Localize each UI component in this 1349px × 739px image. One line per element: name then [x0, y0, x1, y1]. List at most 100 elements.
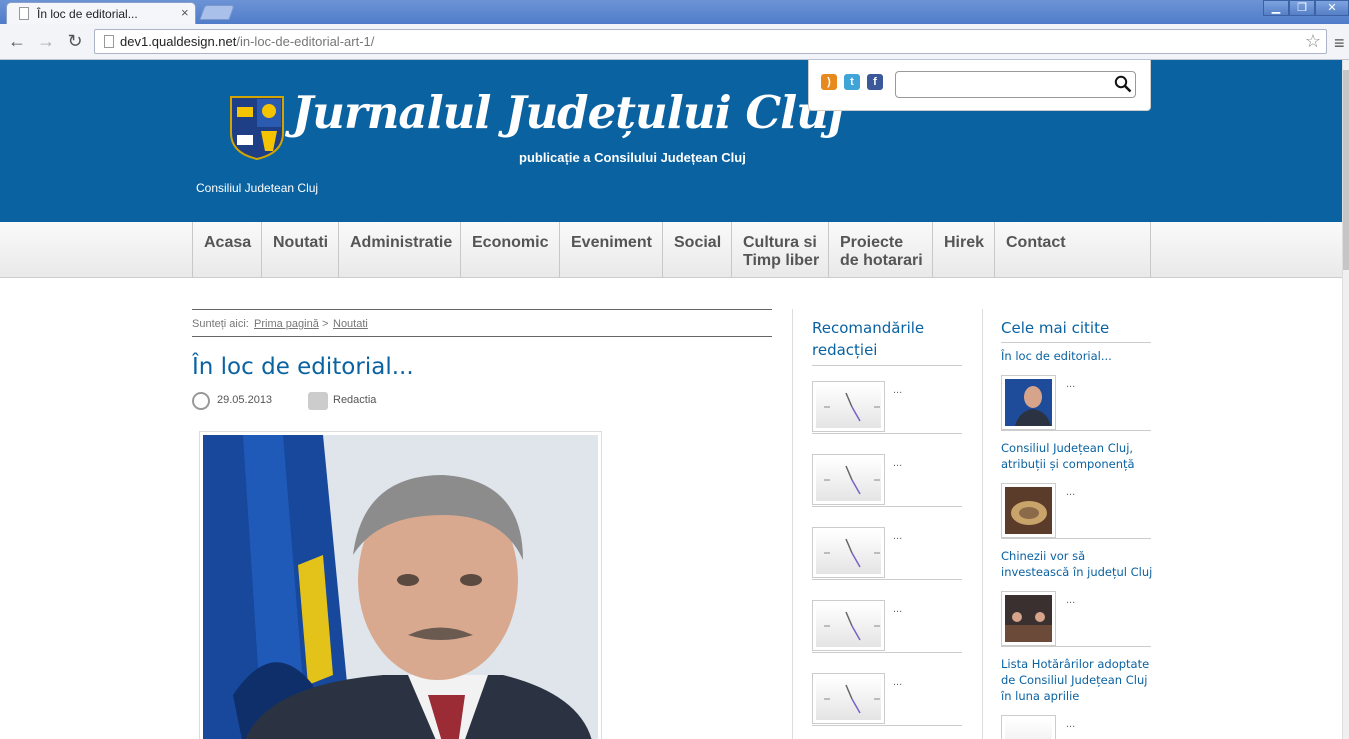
clock-thumbnail-icon — [816, 604, 881, 647]
site-title[interactable]: Jurnalul Județului Cluj — [292, 86, 844, 139]
clock-thumbnail[interactable] — [812, 600, 885, 651]
clock-thumbnail[interactable] — [812, 454, 885, 505]
county-crest-logo[interactable] — [229, 95, 285, 161]
page-info-icon — [104, 35, 114, 48]
twitter-icon[interactable]: t — [844, 74, 860, 90]
reload-icon[interactable]: ↻ — [64, 31, 86, 52]
clock-thumbnail-icon — [1005, 719, 1052, 739]
article-date: 29.05.2013 — [217, 394, 273, 406]
most-read-excerpt: ... — [1066, 378, 1076, 390]
article-image — [199, 431, 602, 739]
nav-item-proiecte[interactable]: Proiecte de hotarari — [828, 222, 934, 278]
restore-icon[interactable]: ❐ — [1289, 0, 1315, 16]
council-hall-thumbnail — [1005, 487, 1052, 534]
back-icon[interactable]: ← — [6, 31, 28, 52]
window-close-icon[interactable]: ✕ — [1315, 0, 1349, 16]
nav-item-hirek[interactable]: Hirek — [932, 222, 995, 278]
breadcrumb-home-link[interactable]: Prima pagină — [254, 318, 319, 330]
most-read-link[interactable]: Chinezii vor să investească în județul C… — [1001, 548, 1156, 580]
clock-thumbnail[interactable] — [812, 381, 885, 432]
meeting-thumbnail — [1005, 595, 1052, 642]
article-title[interactable]: În loc de editorial... — [192, 354, 414, 380]
page-scrollbar[interactable] — [1342, 60, 1349, 739]
most-read-thumbnail[interactable] — [1001, 591, 1056, 646]
clock-thumbnail[interactable] — [812, 527, 885, 578]
facebook-icon[interactable]: f — [867, 74, 883, 90]
clock-thumbnail-icon — [816, 531, 881, 574]
url-text: dev1.qualdesign.net/in-loc-de-editorial-… — [120, 34, 375, 49]
nav-item-administratie[interactable]: Administratie — [338, 222, 463, 278]
rss-icon[interactable]: ) — [821, 74, 837, 90]
clock-thumbnail-icon — [816, 677, 881, 720]
item-divider — [812, 579, 962, 580]
item-divider — [812, 506, 962, 507]
recommendation-excerpt: ... — [893, 676, 903, 688]
recommendation-excerpt: ... — [893, 384, 903, 396]
most-read-excerpt: ... — [1066, 718, 1076, 730]
most-read-link[interactable]: În loc de editorial... — [1001, 348, 1156, 364]
forward-icon[interactable]: → — [35, 31, 57, 52]
search-icon[interactable] — [1114, 75, 1132, 93]
most-read-thumbnail[interactable] — [1001, 375, 1056, 430]
social-search-box: ) t f — [808, 60, 1151, 111]
recommendations-title: Recomandările redacției — [812, 319, 925, 359]
new-tab-button[interactable] — [199, 5, 235, 20]
minimize-icon[interactable]: ▁ — [1263, 0, 1289, 16]
recommendation-excerpt: ... — [893, 457, 903, 469]
most-read-excerpt: ... — [1066, 594, 1076, 606]
clock-thumbnail[interactable] — [812, 673, 885, 724]
item-divider — [1001, 430, 1151, 431]
item-divider — [812, 433, 962, 434]
column-divider — [792, 309, 793, 739]
browser-tab[interactable]: În loc de editorial... × — [6, 2, 196, 24]
author-icon — [308, 392, 328, 410]
item-divider — [812, 652, 962, 653]
portrait-illustration — [203, 435, 598, 739]
search-input[interactable] — [895, 71, 1136, 98]
council-label: Consiliul Judetean Cluj — [196, 181, 319, 195]
site-header: Jurnalul Județului Cluj publicație a Con… — [0, 60, 1342, 222]
breadcrumb-separator: > — [322, 318, 329, 330]
portrait-thumbnail — [1005, 379, 1052, 426]
most-read-link[interactable]: Lista Hotărârilor adoptate de Consiliul … — [1001, 656, 1156, 704]
browser-toolbar: ← → ↻ dev1.qualdesign.net/in-loc-de-edit… — [0, 24, 1349, 60]
most-read-link[interactable]: Consiliul Județean Cluj, atribuții și co… — [1001, 440, 1156, 472]
browser-menu-icon[interactable]: ≡ — [1334, 33, 1345, 54]
item-divider — [1001, 538, 1151, 539]
item-divider — [812, 725, 962, 726]
nav-divider — [1150, 222, 1151, 278]
site-subtitle: publicație a Consilului Județean Cluj — [519, 150, 746, 165]
nav-item-acasa[interactable]: Acasa — [192, 222, 262, 278]
address-bar[interactable]: dev1.qualdesign.net/in-loc-de-editorial-… — [94, 29, 1327, 54]
nav-item-social[interactable]: Social — [662, 222, 732, 278]
tab-close-icon[interactable]: × — [181, 5, 189, 20]
page-icon — [19, 7, 29, 20]
breadcrumb-section-link[interactable]: Noutati — [333, 318, 368, 330]
clock-icon — [192, 392, 210, 410]
most-read-divider — [1001, 342, 1151, 343]
bookmark-star-icon[interactable]: ☆ — [1305, 31, 1321, 52]
main-navigation: Acasa Noutati Administratie Economic Eve… — [0, 222, 1342, 278]
most-read-thumbnail[interactable] — [1001, 483, 1056, 538]
clock-thumbnail-icon — [816, 385, 881, 428]
scrollbar-thumb[interactable] — [1343, 70, 1349, 270]
nav-item-economic[interactable]: Economic — [460, 222, 559, 278]
browser-tabbar: În loc de editorial... × ▁ ❐ ✕ — [0, 0, 1349, 24]
breadcrumb: Sunteți aici: Prima pagină > Noutati — [192, 309, 772, 337]
nav-item-cultura[interactable]: Cultura si Timp liber — [731, 222, 830, 278]
most-read-excerpt: ... — [1066, 486, 1076, 498]
most-read-title: Cele mai citite — [1001, 319, 1110, 337]
most-read-thumbnail[interactable] — [1001, 715, 1056, 739]
recommendation-excerpt: ... — [893, 603, 903, 615]
breadcrumb-prefix: Sunteți aici: — [192, 318, 249, 330]
tab-title: În loc de editorial... — [37, 7, 138, 21]
nav-item-contact[interactable]: Contact — [994, 222, 1077, 278]
nav-item-noutati[interactable]: Noutati — [261, 222, 339, 278]
web-page: Jurnalul Județului Cluj publicație a Con… — [0, 60, 1342, 739]
item-divider — [1001, 646, 1151, 647]
clock-thumbnail-icon — [816, 458, 881, 501]
article-author: Redactia — [333, 394, 377, 406]
nav-item-eveniment[interactable]: Eveniment — [559, 222, 663, 278]
column-divider — [982, 309, 983, 739]
recommendation-excerpt: ... — [893, 530, 903, 542]
